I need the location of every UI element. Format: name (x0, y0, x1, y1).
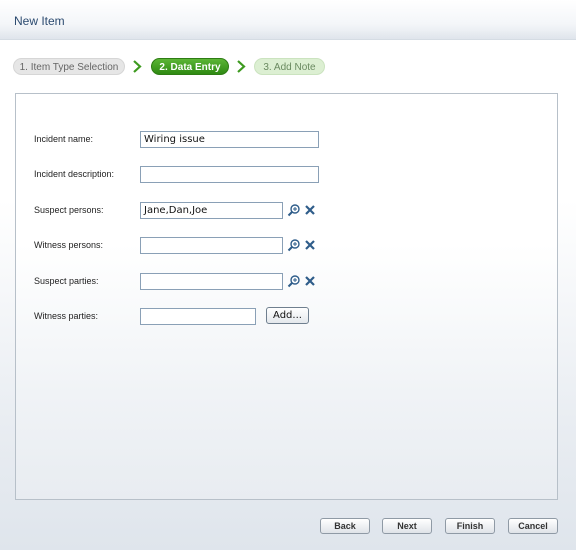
clear-icon[interactable] (303, 238, 317, 252)
witness-persons-input[interactable] (140, 237, 283, 254)
suspect-persons-row: Suspect persons: Jane,Dan,Joe (16, 202, 557, 222)
suspect-persons-input[interactable]: Jane,Dan,Joe (140, 202, 283, 219)
witness-parties-row: Witness parties: Add... (16, 307, 557, 328)
wizard-step-item-type-selection[interactable]: 1. Item Type Selection (13, 58, 125, 75)
lookup-icon[interactable] (287, 203, 301, 217)
witness-parties-label: Witness parties: (34, 311, 99, 321)
incident-description-label: Incident description: (34, 169, 115, 179)
wizard-step-data-entry[interactable]: 2. Data Entry (151, 58, 229, 75)
witness-persons-label: Witness persons: (34, 240, 104, 250)
incident-name-label: Incident name: (34, 134, 94, 144)
chevron-right-icon (133, 60, 142, 73)
suspect-persons-label: Suspect persons: (34, 205, 104, 215)
wizard-step-add-note[interactable]: 3. Add Note (254, 58, 325, 75)
suspect-parties-label: Suspect parties: (34, 276, 99, 286)
finish-button[interactable]: Finish (445, 518, 495, 534)
window-title: New Item (14, 14, 65, 28)
incident-name-input[interactable]: Wiring issue (140, 131, 319, 148)
incident-name-row: Incident name: Wiring issue (16, 131, 557, 151)
next-button[interactable]: Next (382, 518, 432, 534)
chevron-right-icon (237, 60, 246, 73)
window-header: New Item (0, 0, 576, 40)
clear-icon[interactable] (303, 274, 317, 288)
suspect-parties-row: Suspect parties: (16, 273, 557, 293)
lookup-icon[interactable] (287, 274, 301, 288)
clear-icon[interactable] (303, 203, 317, 217)
incident-description-input[interactable] (140, 166, 319, 183)
witness-persons-row: Witness persons: (16, 237, 557, 257)
cancel-button[interactable]: Cancel (508, 518, 558, 534)
data-entry-form: Incident name: Wiring issue Incident des… (15, 93, 558, 500)
incident-description-row: Incident description: (16, 166, 557, 186)
witness-parties-input[interactable] (140, 308, 256, 325)
add-witness-party-button[interactable]: Add... (266, 307, 309, 324)
back-button[interactable]: Back (320, 518, 370, 534)
lookup-icon[interactable] (287, 238, 301, 252)
suspect-parties-input[interactable] (140, 273, 283, 290)
